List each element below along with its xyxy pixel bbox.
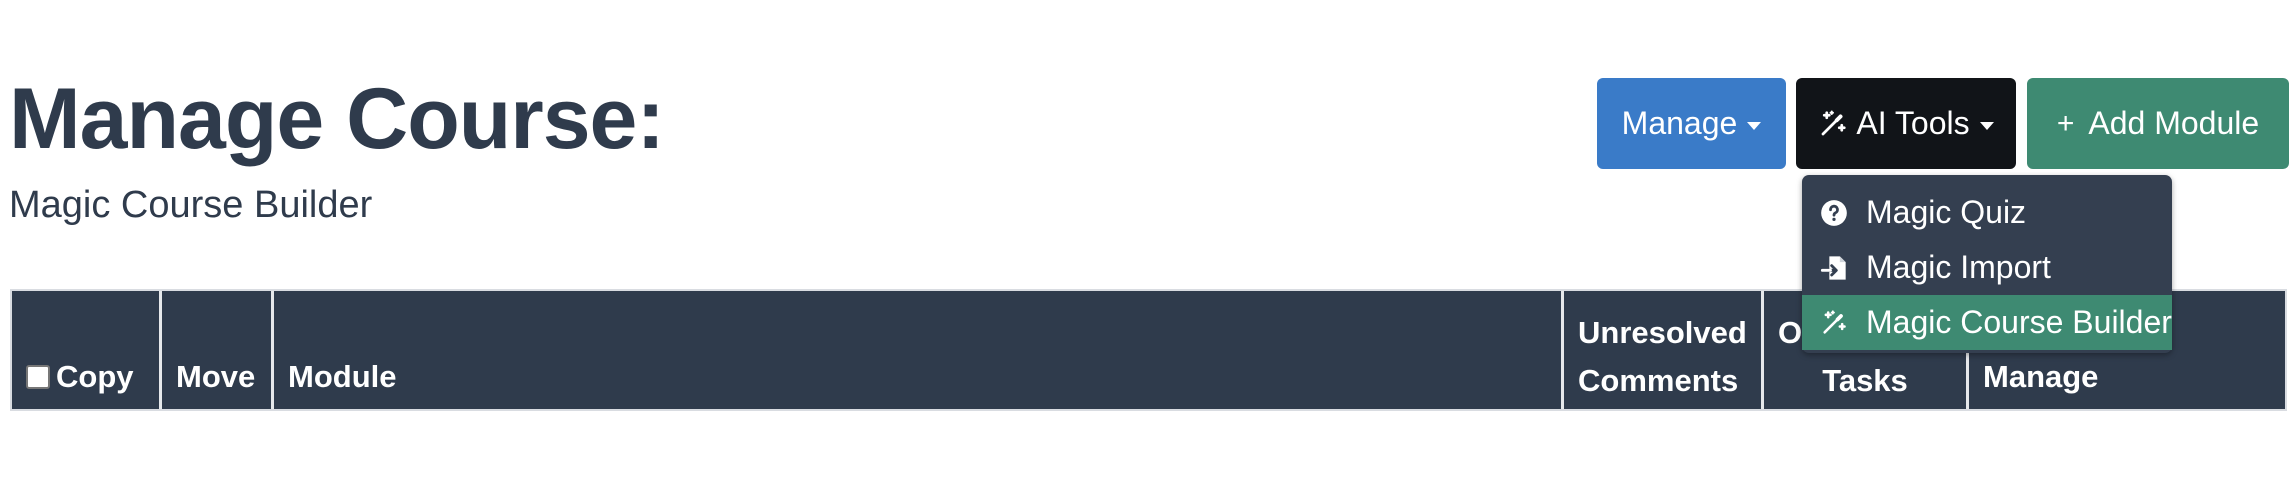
column-label-unresolved: Unresolved (1578, 315, 1747, 350)
add-module-button-label: Add Module (2088, 105, 2260, 141)
column-header-copy: Copy (12, 291, 162, 409)
page-title: Manage Course: (9, 71, 665, 167)
manage-course-page: Manage Course: Magic Course Builder Mana… (0, 0, 2296, 492)
menu-item-label: Magic Import (1866, 249, 2051, 285)
column-label-manage: Manage (1983, 359, 2099, 394)
plus-icon: + (2056, 107, 2075, 140)
column-label-module: Module (288, 359, 397, 394)
caret-down-icon (1979, 121, 1994, 130)
column-label-move: Move (176, 359, 256, 394)
file-import-icon (1820, 254, 1848, 282)
caret-down-icon (1747, 121, 1762, 130)
menu-item-magic-course-builder[interactable]: Magic Course Builder (1802, 295, 2172, 350)
column-header-unresolved-comments: Unresolved Comments (1564, 291, 1764, 409)
menu-item-label: Magic Quiz (1866, 194, 2027, 230)
manage-button-label: Manage (1621, 105, 1738, 141)
magic-wand-icon (1818, 109, 1848, 139)
ai-tools-dropdown-button[interactable]: AI Tools (1796, 78, 2016, 169)
manage-dropdown-button[interactable]: Manage (1597, 78, 1786, 169)
column-header-move: Move (162, 291, 274, 409)
add-module-button[interactable]: + Add Module (2027, 78, 2289, 169)
select-all-checkbox[interactable] (26, 365, 50, 389)
column-label-copy: Copy (56, 359, 134, 394)
question-circle-icon (1820, 199, 1848, 227)
column-label-tasks-line2: Tasks (1822, 363, 1908, 398)
course-name: Magic Course Builder (9, 184, 373, 226)
ai-tools-button-label: AI Tools (1856, 105, 1970, 141)
ai-tools-menu: Magic Quiz Magic Import Magic Course Bui… (1802, 175, 2172, 353)
menu-item-label: Magic Course Builder (1866, 304, 2172, 340)
menu-item-magic-quiz[interactable]: Magic Quiz (1802, 185, 2172, 240)
menu-item-magic-import[interactable]: Magic Import (1802, 240, 2172, 295)
column-header-module: Module (274, 291, 1564, 409)
magic-wand-icon (1820, 309, 1848, 337)
column-label-comments: Comments (1578, 363, 1739, 398)
